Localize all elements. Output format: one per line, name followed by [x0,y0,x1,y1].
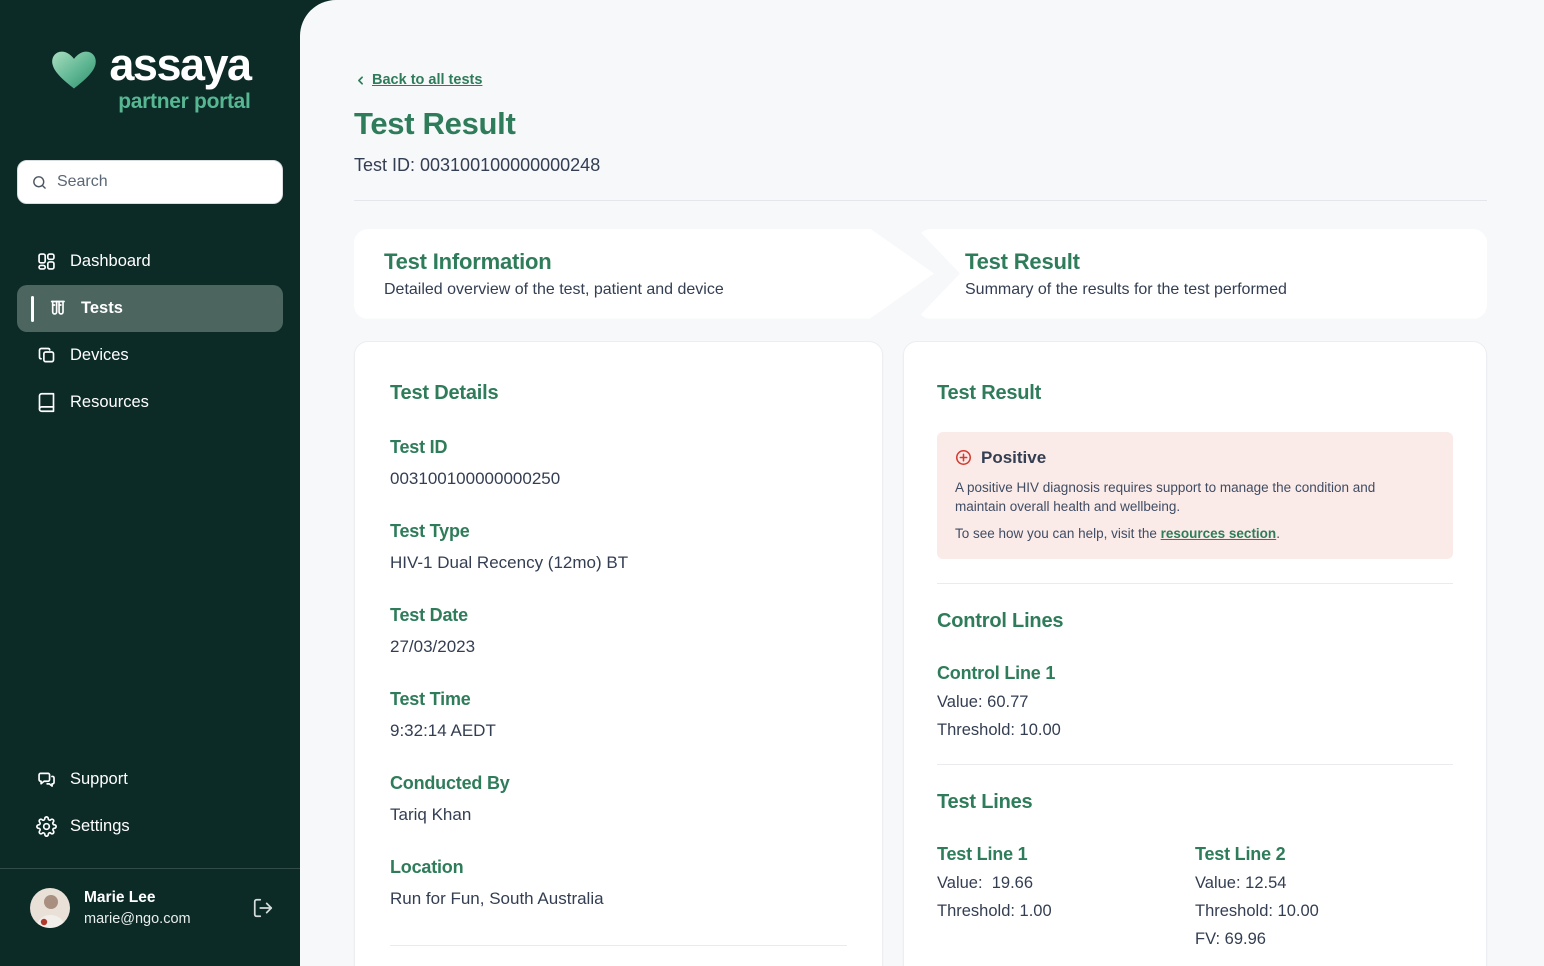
line-name: Control Line 1 [937,663,1453,684]
search-icon [31,173,48,192]
test-details-heading: Test Details [390,382,847,405]
line-fv: FV: 69.96 [1195,930,1453,949]
sidebar-item-settings[interactable]: Settings [0,803,300,850]
wizard-stepper: Test Information Detailed overview of th… [354,229,1487,319]
line-name: Test Line 1 [937,844,1195,865]
field-test-time: Test Time 9:32:14 AEDT [390,689,847,741]
search-box[interactable] [17,160,283,204]
test-result-panel: Test Result Positive A positive HIV diag… [903,341,1487,966]
avatar [30,888,70,928]
field-label: Conducted By [390,773,847,794]
devices-icon [36,345,57,366]
test-result-heading: Test Result [937,382,1453,405]
field-value: 9:32:14 AEDT [390,721,847,741]
sidebar-item-devices[interactable]: Devices [0,332,300,379]
alert-cta: To see how you can help, visit the resou… [955,526,1435,541]
field-label: Test Type [390,521,847,542]
test-lines-row: Test Line 1 Value: 19.66 Threshold: 1.00… [937,814,1453,949]
alert-cta-suffix: . [1276,526,1280,541]
sidebar-item-label: Support [70,770,128,789]
back-link-label: Back to all tests [372,72,482,88]
control-lines-heading: Control Lines [937,610,1453,633]
sidebar-item-label: Devices [70,346,129,365]
field-value: 27/03/2023 [390,637,847,657]
alert-title: Positive [981,448,1046,468]
field-test-type: Test Type HIV-1 Dual Recency (12mo) BT [390,521,847,573]
chat-icon [36,769,57,790]
step-subtitle: Summary of the results for the test perf… [965,281,1487,299]
alert-body: A positive HIV diagnosis requires suppor… [955,478,1415,517]
gear-icon [36,816,57,837]
line-threshold: Threshold: 10.00 [937,721,1453,740]
sidebar-item-label: Resources [70,393,149,412]
resources-icon [36,392,57,413]
field-value: 003100100000000250 [390,469,847,489]
test-line-2: Test Line 2 Value: 12.54 Threshold: 10.0… [1195,814,1453,949]
alert-cta-prefix: To see how you can help, visit the [955,526,1161,541]
brand-name: assaya [109,42,250,87]
sidebar-item-label: Dashboard [70,252,151,271]
field-conducted-by: Conducted By Tariq Khan [390,773,847,825]
sidebar-item-resources[interactable]: Resources [0,379,300,426]
main-content: Back to all tests Test Result Test ID: 0… [300,0,1544,966]
brand-tagline: partner portal [109,90,250,114]
search-input[interactable] [57,173,269,191]
line-name: Test Line 2 [1195,844,1453,865]
field-value: Run for Fun, South Australia [390,889,847,909]
step-title: Test Information [384,249,934,275]
field-value: HIV-1 Dual Recency (12mo) BT [390,553,847,573]
page-title: Test Result [354,106,1487,142]
field-label: Test Date [390,605,847,626]
sidebar-nav: Dashboard Tests Devices Resources [0,238,300,426]
sidebar-item-tests[interactable]: Tests [17,285,283,332]
field-label: Test Time [390,689,847,710]
sidebar-item-dashboard[interactable]: Dashboard [0,238,300,285]
chevron-left-icon [354,74,367,87]
details-divider [390,945,847,946]
brand-logo: assaya partner portal [0,42,300,114]
step-subtitle: Detailed overview of the test, patient a… [384,281,934,299]
heart-logo-icon [49,46,99,92]
active-indicator-bar [31,296,34,322]
control-line-1: Control Line 1 Value: 60.77 Threshold: 1… [937,663,1453,740]
line-threshold: Threshold: 10.00 [1195,902,1453,921]
sidebar: assaya partner portal Dashboard Tests [0,0,300,966]
dashboard-icon [36,251,57,272]
section-divider [937,764,1453,765]
sidebar-item-label: Settings [70,817,130,836]
sidebar-item-support[interactable]: Support [0,756,300,803]
line-threshold: Threshold: 1.00 [937,902,1195,921]
user-email: marie@ngo.com [84,911,191,927]
test-id-line: Test ID: 003100100000000248 [354,155,1487,176]
test-line-1: Test Line 1 Value: 19.66 Threshold: 1.00 [937,814,1195,949]
logout-icon[interactable] [252,897,274,919]
line-value: Value: 60.77 [937,693,1453,712]
field-location: Location Run for Fun, South Australia [390,857,847,909]
user-profile: Marie Lee marie@ngo.com [0,869,300,928]
back-to-all-tests-link[interactable]: Back to all tests [354,72,482,88]
line-value: Value: 19.66 [937,874,1195,893]
step-title: Test Result [965,249,1487,275]
sidebar-footer: Support Settings Marie Lee marie@ngo [0,756,300,966]
resources-section-link[interactable]: resources section [1161,526,1277,541]
test-details-panel: Test Details Test ID 003100100000000250 … [354,341,883,966]
field-value: Tariq Khan [390,805,847,825]
test-lines-heading: Test Lines [937,791,1453,814]
step-test-result[interactable]: Test Result Summary of the results for t… [917,229,1487,319]
user-name: Marie Lee [84,889,191,907]
step-test-information[interactable]: Test Information Detailed overview of th… [354,229,934,319]
tests-icon [47,298,68,319]
plus-circle-icon [955,449,972,466]
field-test-id: Test ID 003100100000000250 [390,437,847,489]
field-label: Location [390,857,847,878]
positive-result-alert: Positive A positive HIV diagnosis requir… [937,432,1453,559]
sidebar-item-label: Tests [81,299,123,318]
field-label: Test ID [390,437,847,458]
header-divider [354,200,1487,201]
content-panels: Test Details Test ID 003100100000000250 … [354,341,1487,966]
line-value: Value: 12.54 [1195,874,1453,893]
field-test-date: Test Date 27/03/2023 [390,605,847,657]
section-divider [937,583,1453,584]
